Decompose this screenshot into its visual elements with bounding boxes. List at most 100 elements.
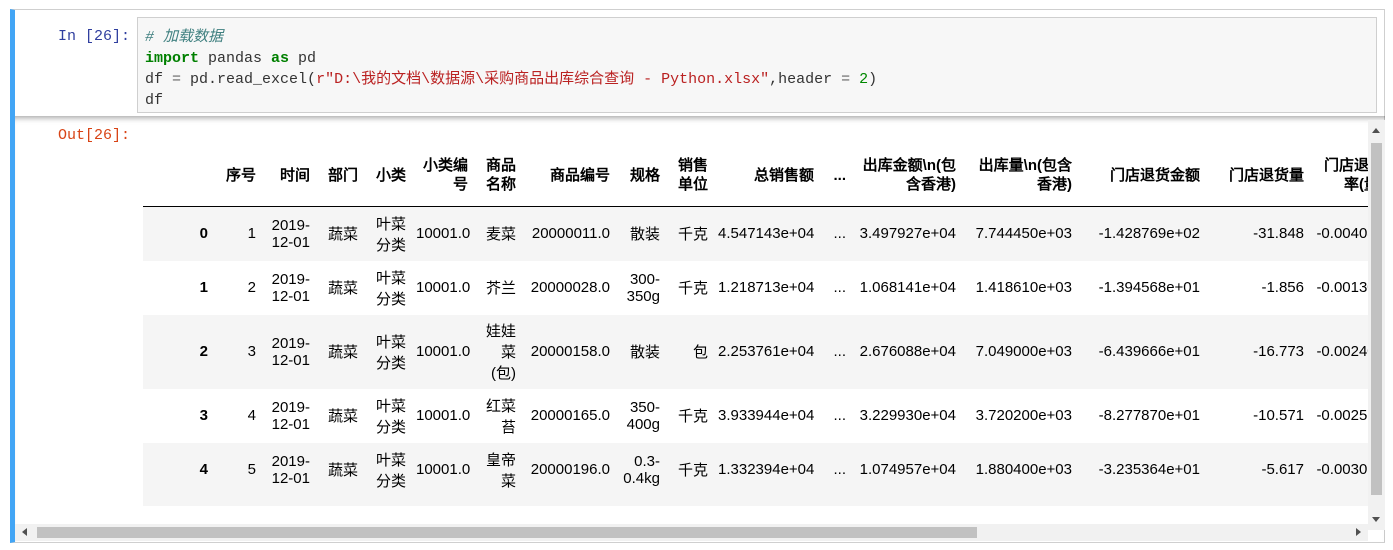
- header-row: 序号 时间 部门 小类 小类编号 商品名称 商品编号 规格 销售单位 总销售额... 出库金额\n(…: [143, 144, 1368, 207]
- table-cell: 300-350g: [626, 270, 660, 305]
- table-row: 0 1 2019-12-01 蔬菜 叶菜分类 10001.0 麦菜 20000011.0 散装千…: [143, 206, 1368, 261]
- scroll-up-icon[interactable]: [1372, 128, 1380, 133]
- dataframe-table: 序号 时间 部门 小类 小类编号 商品名称 商品编号 规格 销售单位 总销售额... 出库金额\n(…: [143, 144, 1368, 506]
- table-cell: ...: [833, 279, 846, 296]
- table-cell: 20000165.0: [530, 407, 610, 424]
- table-cell: ...: [615, 497, 665, 506]
- table-cell: 1.074957e+04: [859, 461, 956, 478]
- table-cell: 麦菜: [485, 226, 516, 244]
- vertical-scrollbar[interactable]: [1368, 120, 1385, 530]
- code-comment: # 加载数据: [145, 29, 224, 46]
- vertical-scroll-thumb[interactable]: [1371, 143, 1382, 495]
- table-cell: ...: [833, 461, 846, 478]
- column-header: 商品名称: [473, 144, 521, 207]
- table-cell: ...: [363, 497, 411, 506]
- table-cell: 叶菜分类: [375, 333, 406, 372]
- table-cell: 蔬菜: [327, 344, 358, 361]
- table-cell: 千克: [677, 280, 708, 297]
- table-cell: 2019-12-01: [271, 334, 310, 369]
- table-cell: 皇帝菜: [485, 451, 516, 490]
- table-cell: 千克: [677, 462, 708, 479]
- input-prompt: In [26]:: [57, 28, 130, 45]
- table-cell: 2019-12-01: [271, 216, 310, 251]
- table-cell: ...: [819, 497, 851, 506]
- table-cell: 蔬菜: [327, 408, 358, 425]
- table-cell: ...: [213, 497, 261, 506]
- scroll-right-icon[interactable]: [1356, 528, 1361, 536]
- table-cell: 蔬菜: [327, 280, 358, 297]
- table-cell: -0.003010: [1316, 461, 1368, 478]
- table-cell: -31.848: [1253, 225, 1304, 243]
- code-text: ): [868, 71, 878, 88]
- table-cell: 20000011.0: [531, 225, 610, 243]
- column-header: 销售单位: [665, 144, 713, 207]
- table-cell: -6.439666e+01: [1098, 343, 1200, 360]
- table-cell: -0.001306: [1316, 279, 1368, 296]
- column-header: [143, 144, 213, 207]
- table-cell: 2.676088e+04: [859, 343, 956, 360]
- column-header: 小类编号: [411, 144, 473, 207]
- table-cell: ...: [411, 497, 473, 506]
- code-operator: =: [841, 71, 851, 88]
- table-cell: ...: [851, 497, 961, 506]
- table-cell: ...: [261, 497, 315, 506]
- scroll-down-icon[interactable]: [1372, 517, 1380, 522]
- table-row: 2 3 2019-12-01 蔬菜 叶菜分类 10001.0 娃娃菜(包) 20000158.…: [143, 314, 1368, 389]
- table-cell: ...: [833, 407, 846, 424]
- output-area: 序号 时间 部门 小类 小类编号 商品名称 商品编号 规格 销售单位 总销售额... 出库金额\n(…: [15, 116, 1385, 542]
- horizontal-scroll-thumb[interactable]: [37, 527, 977, 538]
- table-cell: 20000028.0: [530, 279, 610, 296]
- code-text: df: [145, 92, 164, 109]
- table-cell: 7.744450e+03: [975, 225, 1072, 243]
- table-cell: 20000196.0: [530, 461, 610, 478]
- scroll-left-icon[interactable]: [22, 528, 27, 536]
- table-cell: -5.617: [1261, 461, 1304, 478]
- table-cell: 1: [247, 225, 256, 243]
- table-cell: 娃娃菜(包): [485, 323, 516, 382]
- ellipsis-row: ........................................…: [143, 496, 1368, 507]
- column-header: 出库金额\n(包含香港): [851, 144, 961, 207]
- table-cell: 1.068141e+04: [859, 279, 956, 296]
- table-cell: 7.049000e+03: [975, 343, 1072, 360]
- table-cell: -1.428769e+02: [1098, 225, 1200, 243]
- code-text: pd: [289, 50, 317, 67]
- code-operator: =: [172, 71, 182, 88]
- table-cell: ...: [1077, 497, 1205, 506]
- table-cell: ...: [1309, 497, 1368, 507]
- table-row: 1 2 2019-12-01 蔬菜 叶菜分类 10001.0 芥兰 20000028.0 300…: [143, 261, 1368, 315]
- table-cell: 千克: [677, 226, 708, 244]
- column-header: 门店退货金额: [1077, 144, 1205, 207]
- row-index: 0: [199, 225, 208, 243]
- table-cell: ...: [521, 497, 615, 506]
- keyword-import: import: [145, 50, 200, 67]
- column-header: 小类: [363, 144, 411, 207]
- table-cell: 红菜苔: [485, 397, 516, 436]
- column-header: 部门: [315, 144, 363, 207]
- code-string: r"D:\我的文档\数据源\采购商品出库综合查询 - Python.xlsx": [316, 71, 770, 88]
- column-header: 时间: [261, 144, 315, 207]
- table-cell: 3: [247, 343, 256, 360]
- table-cell: 1.218713e+04: [718, 279, 815, 296]
- table-cell: 10001.0: [416, 461, 471, 478]
- table-cell: 芥兰: [485, 280, 516, 297]
- table-cell: 5: [247, 461, 256, 478]
- table-cell: 2019-12-01: [271, 398, 310, 433]
- table-cell: 10001.0: [416, 225, 471, 243]
- table-cell: 蔬菜: [327, 226, 358, 244]
- row-index: ...: [143, 497, 213, 506]
- table-cell: -0.004085: [1316, 225, 1368, 243]
- table-cell: 叶菜分类: [375, 397, 406, 436]
- column-header: 门店退货率(量): [1309, 144, 1368, 207]
- code-text: df: [145, 71, 173, 88]
- table-cell: 2019-12-01: [271, 452, 310, 487]
- table-cell: 蔬菜: [327, 462, 358, 479]
- table-cell: ...: [833, 225, 846, 243]
- table-cell: -0.002563: [1316, 407, 1368, 424]
- table-cell: 10001.0: [416, 343, 471, 360]
- horizontal-scrollbar[interactable]: [15, 524, 1368, 541]
- table-cell: ...: [961, 497, 1077, 506]
- notebook-cell[interactable]: In [26]: # 加载数据 import pandas as pd df =…: [10, 9, 1385, 543]
- code-editor[interactable]: # 加载数据 import pandas as pd df = pd.read_…: [137, 17, 1377, 113]
- column-header: 序号: [213, 144, 261, 207]
